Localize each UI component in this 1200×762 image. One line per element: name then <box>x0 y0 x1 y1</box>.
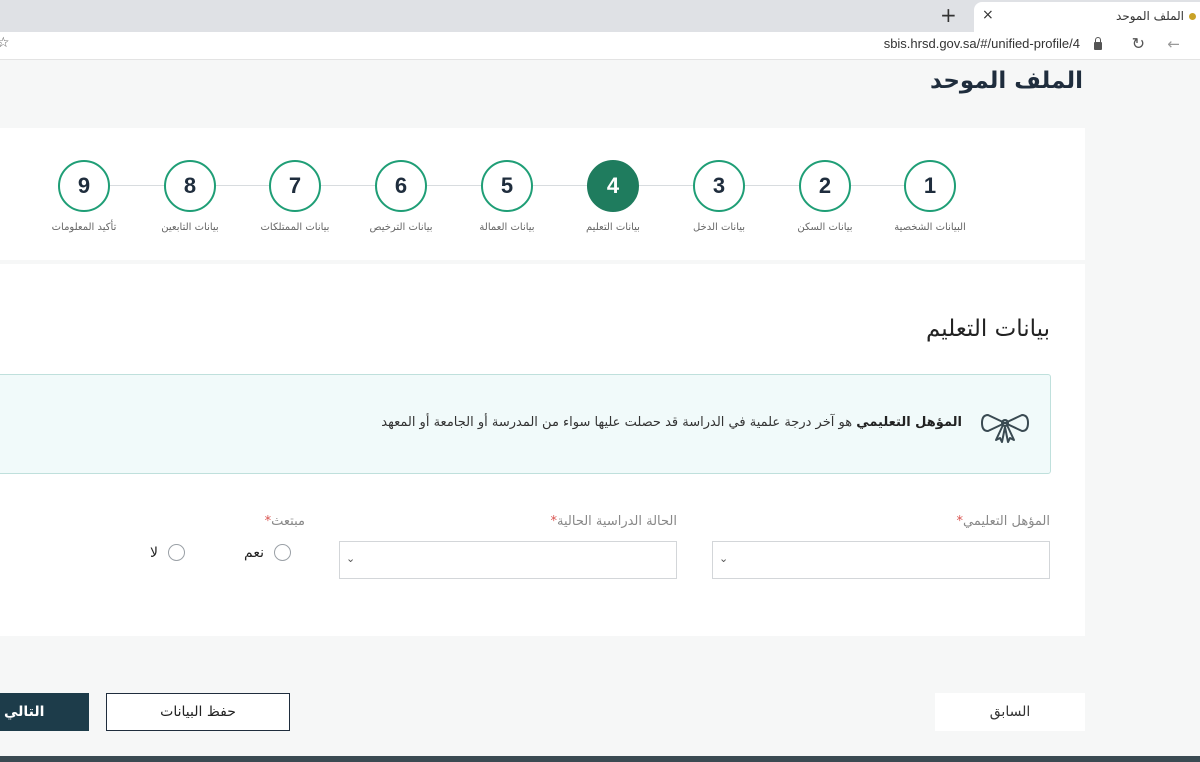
step-label: البيانات الشخصية <box>894 222 966 233</box>
next-button[interactable]: التالي <box>0 693 89 731</box>
step-6[interactable]: 6 بيانات الترخيص <box>346 160 456 233</box>
radio-no[interactable]: لا <box>150 542 185 562</box>
scholarship-label: مبتعث* <box>265 514 305 529</box>
step-3[interactable]: 3 بيانات الدخل <box>664 160 774 233</box>
step-number[interactable]: 8 <box>164 160 216 212</box>
chevron-down-icon: ⌄ <box>719 552 729 565</box>
new-tab-button[interactable]: + <box>940 3 957 27</box>
qualification-select[interactable]: ⌄ <box>712 541 1050 579</box>
reload-icon[interactable]: ↻ <box>1132 34 1145 53</box>
step-number[interactable]: 1 <box>904 160 956 212</box>
step-number[interactable]: 2 <box>799 160 851 212</box>
step-label: تأكيد المعلومات <box>51 222 117 233</box>
step-label: بيانات التعليم <box>586 222 640 233</box>
step-label: بيانات العمالة <box>479 222 535 233</box>
step-5[interactable]: 5 بيانات العمالة <box>452 160 562 233</box>
step-label: بيانات الممتلكات <box>260 222 330 233</box>
address-bar[interactable]: sbis.hrsd.gov.sa/#/unified-profile/4 <box>884 36 1080 51</box>
study-status-select[interactable]: ⌄ <box>339 541 677 579</box>
browser-tab[interactable]: الملف الموحد × <box>974 2 1200 32</box>
step-4[interactable]: 4 بيانات التعليم <box>558 160 668 233</box>
previous-button[interactable]: السابق <box>935 693 1085 731</box>
tab-title: الملف الموحد <box>1116 9 1184 23</box>
step-label: بيانات الدخل <box>692 222 746 233</box>
step-number[interactable]: 4 <box>587 160 639 212</box>
radio-yes[interactable]: نعم <box>244 542 291 562</box>
education-form: بيانات التعليم المؤهل التعليمي هو آخر در… <box>0 264 1085 636</box>
save-button[interactable]: حفظ البيانات <box>106 693 290 731</box>
back-arrow-icon[interactable]: ← <box>1167 35 1180 53</box>
step-7[interactable]: 7 بيانات الممتلكات <box>240 160 350 233</box>
qualification-label-text: المؤهل التعليمي <box>963 514 1050 529</box>
info-text: المؤهل التعليمي هو آخر درجة علمية في الد… <box>381 415 962 430</box>
step-label: بيانات الترخيص <box>369 222 433 233</box>
info-bold: المؤهل التعليمي <box>856 415 962 430</box>
step-number[interactable]: 3 <box>693 160 745 212</box>
step-label: بيانات التابعين <box>161 222 219 233</box>
page-title: الملف الموحد <box>930 68 1083 94</box>
ribbon-icon <box>981 414 1029 443</box>
browser-toolbar: ☆ sbis.hrsd.gov.sa/#/unified-profile/4 ↻… <box>0 32 1200 60</box>
study-status-label: الحالة الدراسية الحالية* <box>551 514 677 529</box>
step-number[interactable]: 9 <box>58 160 110 212</box>
study-status-label-text: الحالة الدراسية الحالية <box>557 514 677 529</box>
step-1[interactable]: 1 البيانات الشخصية <box>875 160 985 233</box>
step-number[interactable]: 5 <box>481 160 533 212</box>
chevron-down-icon: ⌄ <box>346 552 356 565</box>
step-2[interactable]: 2 بيانات السكن <box>770 160 880 233</box>
bookmark-star-icon[interactable]: ☆ <box>0 35 10 51</box>
taskbar-edge <box>0 756 1200 762</box>
radio-no-label: لا <box>150 544 158 561</box>
step-number[interactable]: 6 <box>375 160 427 212</box>
step-9[interactable]: 9 تأكيد المعلومات <box>29 160 139 233</box>
favicon-icon <box>1189 13 1196 20</box>
browser-tabstrip: + الملف الموحد × <box>0 0 1200 32</box>
lock-icon[interactable] <box>1094 37 1102 50</box>
step-number[interactable]: 7 <box>269 160 321 212</box>
radio-circle[interactable] <box>167 544 185 561</box>
stepper: 1 البيانات الشخصية 2 بيانات السكن 3 بيان… <box>0 128 1085 260</box>
scholarship-label-text: مبتعث <box>271 514 305 529</box>
step-label: بيانات السكن <box>797 222 853 233</box>
info-box: المؤهل التعليمي هو آخر درجة علمية في الد… <box>0 374 1051 474</box>
info-description: هو آخر درجة علمية في الدراسة قد حصلت علي… <box>381 415 857 430</box>
radio-circle[interactable] <box>273 544 291 561</box>
step-8[interactable]: 8 بيانات التابعين <box>135 160 245 233</box>
radio-yes-label: نعم <box>244 544 264 561</box>
section-title: بيانات التعليم <box>925 316 1050 342</box>
tab-close-icon[interactable]: × <box>982 7 994 23</box>
qualification-label: المؤهل التعليمي* <box>957 514 1050 529</box>
